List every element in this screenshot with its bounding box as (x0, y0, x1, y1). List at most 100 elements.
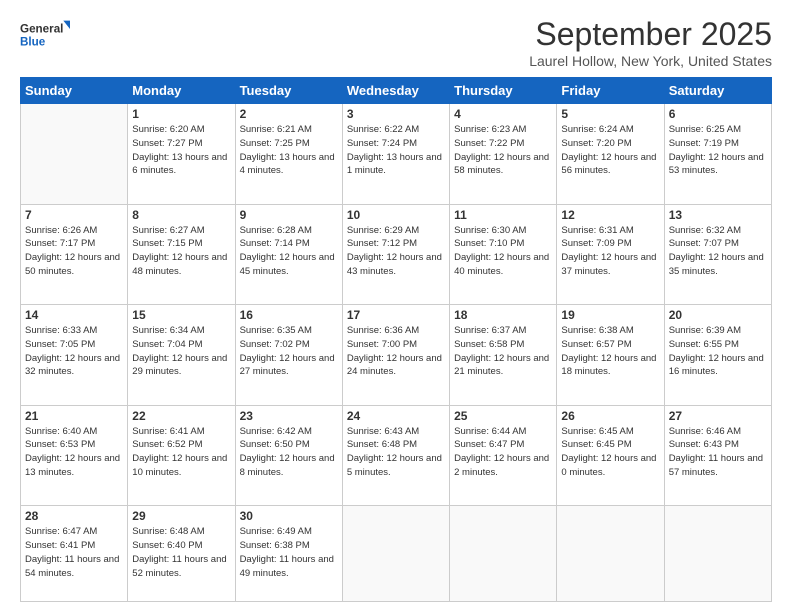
day-detail: Sunrise: 6:44 AM Sunset: 6:47 PM Dayligh… (454, 425, 552, 480)
day-number: 18 (454, 308, 552, 322)
day-number: 26 (561, 409, 659, 423)
calendar-cell (21, 104, 128, 205)
day-detail: Sunrise: 6:49 AM Sunset: 6:38 PM Dayligh… (240, 525, 338, 580)
day-number: 20 (669, 308, 767, 322)
calendar-cell: 16Sunrise: 6:35 AM Sunset: 7:02 PM Dayli… (235, 305, 342, 406)
day-number: 1 (132, 107, 230, 121)
day-detail: Sunrise: 6:27 AM Sunset: 7:15 PM Dayligh… (132, 224, 230, 279)
day-header-friday: Friday (557, 78, 664, 104)
calendar-cell: 26Sunrise: 6:45 AM Sunset: 6:45 PM Dayli… (557, 405, 664, 506)
day-header-thursday: Thursday (450, 78, 557, 104)
calendar-cell: 29 Sunrise: 6:48 AM Sunset: 6:40 PM Dayli… (128, 506, 235, 602)
day-detail: Sunrise: 6:41 AM Sunset: 6:52 PM Dayligh… (132, 425, 230, 480)
day-number: 6 (669, 107, 767, 121)
day-number: 29 (132, 509, 230, 523)
day-number: 3 (347, 107, 445, 121)
day-detail: Sunrise: 6:43 AM Sunset: 6:48 PM Dayligh… (347, 425, 445, 480)
day-detail: Sunrise: 6:24 AM Sunset: 7:20 PM Dayligh… (561, 123, 659, 178)
day-detail: Sunrise: 6:40 AM Sunset: 6:53 PM Dayligh… (25, 425, 123, 480)
page: General Blue September 2025 Laurel Hollo… (0, 0, 792, 612)
week-row-3: 21 Sunrise: 6:40 AM Sunset: 6:53 PM Dayli… (21, 405, 772, 506)
day-header-monday: Monday (128, 78, 235, 104)
day-detail: Sunrise: 6:33 AM Sunset: 7:05 PM Dayligh… (25, 324, 123, 379)
day-number: 24 (347, 409, 445, 423)
day-detail: Sunrise: 6:35 AM Sunset: 7:02 PM Dayligh… (240, 324, 338, 379)
day-number: 21 (25, 409, 123, 423)
calendar-cell: 6 Sunrise: 6:25 AM Sunset: 7:19 PM Daylig… (664, 104, 771, 205)
day-number: 28 (25, 509, 123, 523)
day-detail: Sunrise: 6:21 AM Sunset: 7:25 PM Dayligh… (240, 123, 338, 178)
calendar-cell: 10Sunrise: 6:29 AM Sunset: 7:12 PM Dayli… (342, 204, 449, 305)
day-detail: Sunrise: 6:34 AM Sunset: 7:04 PM Dayligh… (132, 324, 230, 379)
header: General Blue September 2025 Laurel Hollo… (20, 16, 772, 69)
day-number: 12 (561, 208, 659, 222)
logo: General Blue (20, 16, 70, 52)
day-detail: Sunrise: 6:36 AM Sunset: 7:00 PM Dayligh… (347, 324, 445, 379)
day-detail: Sunrise: 6:28 AM Sunset: 7:14 PM Dayligh… (240, 224, 338, 279)
day-header-sunday: Sunday (21, 78, 128, 104)
day-number: 8 (132, 208, 230, 222)
day-detail: Sunrise: 6:42 AM Sunset: 6:50 PM Dayligh… (240, 425, 338, 480)
day-number: 10 (347, 208, 445, 222)
calendar-cell: 9 Sunrise: 6:28 AM Sunset: 7:14 PM Daylig… (235, 204, 342, 305)
logo-svg: General Blue (20, 16, 70, 52)
calendar-cell: 20 Sunrise: 6:39 AM Sunset: 6:55 PM Dayli… (664, 305, 771, 406)
calendar-cell: 27Sunrise: 6:46 AM Sunset: 6:43 PM Dayli… (664, 405, 771, 506)
calendar-cell: 17 Sunrise: 6:36 AM Sunset: 7:00 PM Dayli… (342, 305, 449, 406)
days-header-row: SundayMondayTuesdayWednesdayThursdayFrid… (21, 78, 772, 104)
day-header-tuesday: Tuesday (235, 78, 342, 104)
day-detail: Sunrise: 6:38 AM Sunset: 6:57 PM Dayligh… (561, 324, 659, 379)
calendar-cell: 8 Sunrise: 6:27 AM Sunset: 7:15 PM Daylig… (128, 204, 235, 305)
day-number: 11 (454, 208, 552, 222)
day-detail: Sunrise: 6:22 AM Sunset: 7:24 PM Dayligh… (347, 123, 445, 178)
day-number: 5 (561, 107, 659, 121)
day-number: 4 (454, 107, 552, 121)
day-number: 9 (240, 208, 338, 222)
calendar-cell: 12 Sunrise: 6:31 AM Sunset: 7:09 PM Dayli… (557, 204, 664, 305)
day-detail: Sunrise: 6:23 AM Sunset: 7:22 PM Dayligh… (454, 123, 552, 178)
day-number: 30 (240, 509, 338, 523)
day-detail: Sunrise: 6:39 AM Sunset: 6:55 PM Dayligh… (669, 324, 767, 379)
day-detail: Sunrise: 6:20 AM Sunset: 7:27 PM Dayligh… (132, 123, 230, 178)
svg-text:Blue: Blue (20, 36, 46, 49)
day-number: 13 (669, 208, 767, 222)
day-number: 23 (240, 409, 338, 423)
calendar-cell: 5 Sunrise: 6:24 AM Sunset: 7:20 PM Daylig… (557, 104, 664, 205)
day-number: 7 (25, 208, 123, 222)
calendar-cell (557, 506, 664, 602)
day-detail: Sunrise: 6:47 AM Sunset: 6:41 PM Dayligh… (25, 525, 123, 580)
day-detail: Sunrise: 6:26 AM Sunset: 7:17 PM Dayligh… (25, 224, 123, 279)
day-detail: Sunrise: 6:48 AM Sunset: 6:40 PM Dayligh… (132, 525, 230, 580)
week-row-1: 7 Sunrise: 6:26 AM Sunset: 7:17 PM Daylig… (21, 204, 772, 305)
day-number: 15 (132, 308, 230, 322)
month-title: September 2025 (529, 16, 772, 53)
day-detail: Sunrise: 6:30 AM Sunset: 7:10 PM Dayligh… (454, 224, 552, 279)
day-detail: Sunrise: 6:32 AM Sunset: 7:07 PM Dayligh… (669, 224, 767, 279)
calendar-cell: 3 Sunrise: 6:22 AM Sunset: 7:24 PM Daylig… (342, 104, 449, 205)
location: Laurel Hollow, New York, United States (529, 53, 772, 69)
day-detail: Sunrise: 6:25 AM Sunset: 7:19 PM Dayligh… (669, 123, 767, 178)
day-detail: Sunrise: 6:31 AM Sunset: 7:09 PM Dayligh… (561, 224, 659, 279)
calendar-cell: 4 Sunrise: 6:23 AM Sunset: 7:22 PM Daylig… (450, 104, 557, 205)
calendar-cell: 7 Sunrise: 6:26 AM Sunset: 7:17 PM Daylig… (21, 204, 128, 305)
week-row-0: 1 Sunrise: 6:20 AM Sunset: 7:27 PM Daylig… (21, 104, 772, 205)
calendar-body: 1 Sunrise: 6:20 AM Sunset: 7:27 PM Daylig… (21, 104, 772, 602)
day-number: 14 (25, 308, 123, 322)
calendar-cell: 14 Sunrise: 6:33 AM Sunset: 7:05 PM Dayli… (21, 305, 128, 406)
calendar-cell: 19 Sunrise: 6:38 AM Sunset: 6:57 PM Dayli… (557, 305, 664, 406)
calendar-cell: 28 Sunrise: 6:47 AM Sunset: 6:41 PM Dayli… (21, 506, 128, 602)
calendar-cell: 30 Sunrise: 6:49 AM Sunset: 6:38 PM Dayli… (235, 506, 342, 602)
week-row-2: 14 Sunrise: 6:33 AM Sunset: 7:05 PM Dayli… (21, 305, 772, 406)
calendar-cell: 25Sunrise: 6:44 AM Sunset: 6:47 PM Dayli… (450, 405, 557, 506)
day-number: 19 (561, 308, 659, 322)
calendar-cell: 24 Sunrise: 6:43 AM Sunset: 6:48 PM Dayli… (342, 405, 449, 506)
calendar-cell: 23 Sunrise: 6:42 AM Sunset: 6:50 PM Dayli… (235, 405, 342, 506)
calendar-cell: 18Sunrise: 6:37 AM Sunset: 6:58 PM Dayli… (450, 305, 557, 406)
day-header-wednesday: Wednesday (342, 78, 449, 104)
week-row-4: 28 Sunrise: 6:47 AM Sunset: 6:41 PM Dayli… (21, 506, 772, 602)
calendar-cell: 15 Sunrise: 6:34 AM Sunset: 7:04 PM Dayli… (128, 305, 235, 406)
calendar-cell: 21 Sunrise: 6:40 AM Sunset: 6:53 PM Dayli… (21, 405, 128, 506)
day-number: 17 (347, 308, 445, 322)
calendar-cell: 22Sunrise: 6:41 AM Sunset: 6:52 PM Dayli… (128, 405, 235, 506)
calendar-cell: 1 Sunrise: 6:20 AM Sunset: 7:27 PM Daylig… (128, 104, 235, 205)
